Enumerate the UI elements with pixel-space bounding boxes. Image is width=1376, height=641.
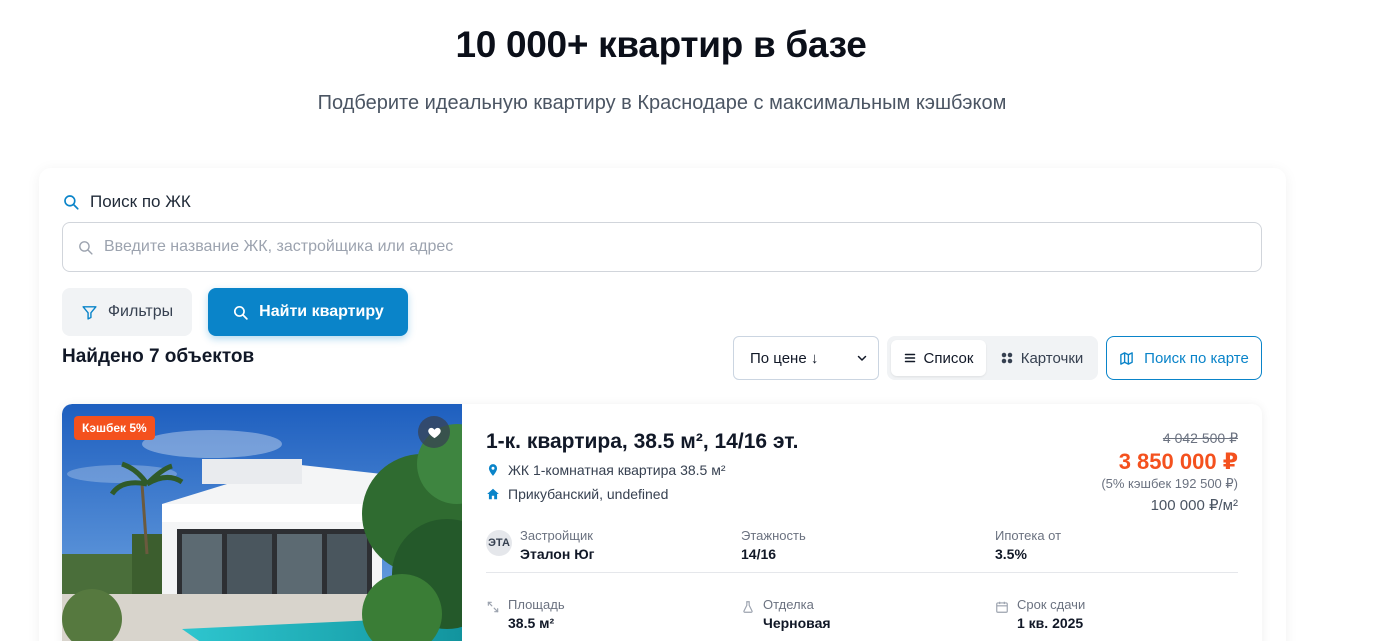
floor-value: 14/16 xyxy=(741,546,777,562)
cashback-amount: (5% кэшбек 192 500 ₽) xyxy=(1101,476,1238,491)
sort-select[interactable]: По цене ↓ xyxy=(733,336,879,380)
developer-info: ЭТА Застройщик Эталон Юг xyxy=(486,528,594,562)
listing-card[interactable]: Кэшбек 5% 1-к. квартира, 38.5 м², 14/16 … xyxy=(62,404,1262,641)
map-icon xyxy=(1120,351,1133,365)
deadline-info: Срок сдачи 1 кв. 2025 xyxy=(995,597,1085,631)
area-value: 38.5 м² xyxy=(508,615,555,631)
sort-select-value: По цене ↓ xyxy=(750,349,819,367)
mortgage-label: Ипотека от xyxy=(995,528,1062,543)
page-title: 10 000+ квартир в базе xyxy=(455,24,867,65)
map-search-label: Поиск по карте xyxy=(1144,349,1249,367)
results-count: Найдено 7 объектов xyxy=(62,346,255,367)
mortgage-info: Ипотека от 3.5% xyxy=(995,528,1061,562)
finish-value: Черновая xyxy=(763,615,831,631)
finish-info: Отделка Черновая xyxy=(741,597,831,631)
view-list-label: Список xyxy=(923,349,974,367)
view-cards-label: Карточки xyxy=(1020,349,1084,367)
chevron-down-icon xyxy=(857,355,867,361)
area-icon xyxy=(487,601,499,613)
find-apartment-label: Найти квартиру xyxy=(259,303,384,320)
listing-photo[interactable]: Кэшбек 5% xyxy=(62,404,462,641)
floor-label: Этажность xyxy=(741,528,806,543)
view-toggle: Список Карточки xyxy=(887,336,1098,380)
favorite-button[interactable] xyxy=(418,416,450,448)
search-input[interactable] xyxy=(104,238,1204,256)
listing-title[interactable]: 1-к. квартира, 38.5 м², 14/16 эт. xyxy=(486,430,798,454)
developer-label: Застройщик xyxy=(520,528,593,543)
find-apartment-button[interactable]: Найти квартиру xyxy=(208,288,408,336)
grid-icon xyxy=(1001,352,1012,364)
developer-value: Эталон Юг xyxy=(520,546,595,562)
finish-icon xyxy=(743,601,753,613)
deadline-label: Срок сдачи xyxy=(1017,597,1086,612)
filter-icon xyxy=(82,305,97,320)
search-section-label: Поиск по ЖК xyxy=(62,192,191,212)
search-field[interactable] xyxy=(62,222,1262,272)
floor-info: Этажность 14/16 xyxy=(741,528,806,562)
search-section-label-text: Поиск по ЖК xyxy=(90,192,191,211)
heart-icon xyxy=(427,427,441,438)
area-label: Площадь xyxy=(508,597,565,612)
deadline-value: 1 кв. 2025 xyxy=(1017,615,1084,631)
map-search-button[interactable]: Поиск по карте xyxy=(1106,336,1262,380)
filters-button[interactable]: Фильтры xyxy=(62,288,192,336)
location-pin-icon xyxy=(488,464,498,476)
details-divider xyxy=(486,572,1238,573)
view-cards-button[interactable]: Карточки xyxy=(990,340,1094,376)
cashback-badge: Кэшбек 5% xyxy=(74,416,155,440)
price-per-meter: 100 000 ₽/м² xyxy=(1150,497,1238,514)
listing-complex-text: ЖК 1-комнатная квартира 38.5 м² xyxy=(508,462,726,478)
finish-label: Отделка xyxy=(763,597,814,612)
listing-district-text: Прикубанский, undefined xyxy=(508,486,669,502)
current-price: 3 850 000 ₽ xyxy=(1118,449,1238,474)
home-icon xyxy=(487,488,499,500)
developer-logo: ЭТА xyxy=(486,530,512,556)
area-info: Площадь 38.5 м² xyxy=(486,597,565,631)
listing-complex: ЖК 1-комнатная квартира 38.5 м² xyxy=(486,462,726,478)
listing-district: Прикубанский, undefined xyxy=(486,486,668,502)
old-price: 4 042 500 ₽ xyxy=(1162,430,1238,446)
page-subtitle: Подберите идеальную квартиру в Краснодар… xyxy=(317,92,1007,114)
search-icon xyxy=(64,195,79,210)
filters-button-label: Фильтры xyxy=(107,303,174,320)
view-list-button[interactable]: Список xyxy=(891,340,986,376)
list-icon xyxy=(904,353,915,363)
mortgage-value: 3.5% xyxy=(995,546,1027,562)
search-icon xyxy=(234,305,248,320)
search-icon xyxy=(79,240,93,255)
calendar-icon xyxy=(996,601,1008,613)
